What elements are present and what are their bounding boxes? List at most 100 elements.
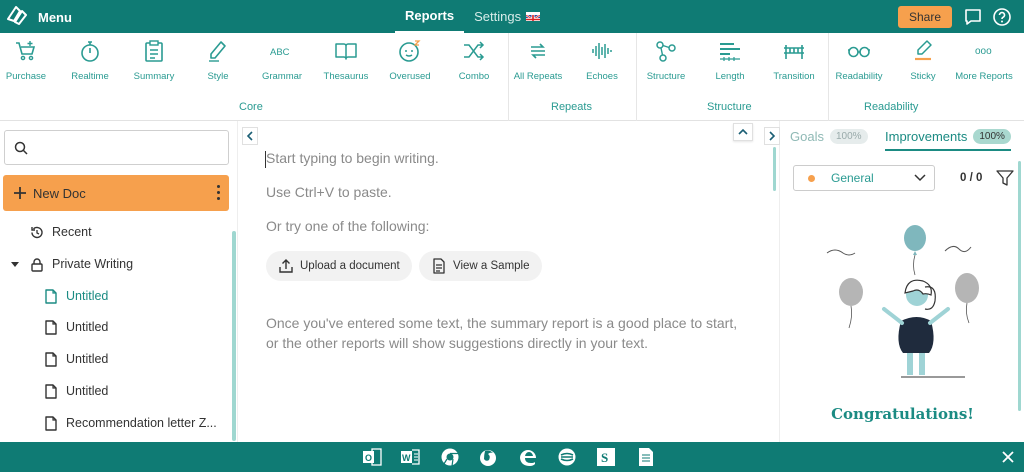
summary-button[interactable]: Summary — [124, 39, 184, 82]
history-icon — [31, 226, 43, 238]
view-sample-button[interactable]: View a Sample — [419, 251, 542, 281]
length-label: Length — [715, 71, 745, 82]
echoes-button[interactable]: Echoes — [572, 39, 632, 82]
style-button[interactable]: Style — [188, 39, 248, 82]
overused-button[interactable]: Overused — [380, 39, 440, 82]
tab-reports[interactable]: Reports — [395, 0, 465, 33]
app-icon[interactable] — [557, 447, 577, 467]
help-icon[interactable] — [992, 7, 1012, 27]
sleepy-face-icon — [399, 40, 421, 62]
structure-button[interactable]: Structure — [636, 39, 696, 82]
combo-button[interactable]: Combo — [444, 39, 504, 82]
length-bars-icon — [720, 43, 740, 61]
word-icon[interactable]: W — [400, 447, 420, 467]
sidebar-doc-item[interactable]: Untitled — [44, 317, 108, 337]
sidebar-doc-item[interactable]: Untitled — [44, 349, 108, 369]
length-button[interactable]: Length — [700, 39, 760, 82]
editor-scrollbar[interactable] — [773, 147, 776, 191]
tab-settings[interactable]: Settings — [464, 0, 550, 33]
sidebar-item-label: Untitled — [66, 352, 109, 366]
soundwave-icon — [592, 43, 612, 59]
panel-scrollbar[interactable] — [1018, 161, 1021, 411]
sidebar-item-label: Recommendation letter Z... — [66, 416, 217, 430]
sidebar-item-label: Untitled — [66, 320, 109, 334]
summary-label: Summary — [133, 71, 175, 82]
collapse-right-button[interactable] — [764, 127, 780, 145]
upload-icon — [279, 259, 293, 273]
sidebar-item-label: Recent — [52, 225, 92, 239]
tab-goals-label: Goals — [790, 129, 824, 144]
document-lines-icon — [433, 258, 445, 274]
uk-flag-icon — [526, 12, 541, 21]
chrome-icon[interactable] — [440, 447, 460, 467]
all-repeats-button[interactable]: All Repeats — [508, 39, 568, 82]
more-reports-button[interactable]: ooo More Reports — [954, 39, 1014, 82]
share-button[interactable]: Share — [898, 6, 952, 28]
tab-reports-label: Reports — [405, 8, 455, 23]
goals-badge: 100% — [829, 129, 868, 144]
editor-pane[interactable]: Start typing to begin writing. Use Ctrl+… — [239, 121, 776, 442]
document-icon[interactable] — [636, 447, 656, 467]
tab-improvements[interactable]: Improvements 100% — [885, 129, 1011, 151]
new-doc-button[interactable]: New Doc — [3, 175, 229, 211]
search-input[interactable] — [4, 130, 229, 165]
grammar-button[interactable]: ABC Grammar — [252, 39, 312, 82]
thesaurus-label: Thesaurus — [323, 71, 369, 82]
repeat-icon — [531, 43, 545, 59]
chat-icon[interactable] — [963, 7, 983, 27]
menu-label: Menu — [38, 9, 72, 25]
chevron-down-icon — [914, 174, 926, 182]
scrivener-icon[interactable]: S — [596, 447, 616, 467]
realtime-button[interactable]: Realtime — [60, 39, 120, 82]
new-doc-label: New Doc — [33, 185, 86, 201]
sticky-label: Sticky — [910, 71, 936, 82]
upload-document-button[interactable]: Upload a document — [266, 251, 412, 281]
document-icon — [45, 319, 57, 335]
outlook-icon[interactable]: O — [362, 447, 382, 467]
chevron-left-icon — [246, 131, 253, 141]
category-select[interactable]: General — [793, 165, 935, 191]
thesaurus-button[interactable]: Thesaurus — [316, 39, 376, 82]
svg-text:S: S — [601, 450, 608, 465]
filter-icon[interactable] — [996, 169, 1014, 187]
summary-hint: Once you've entered some text, the summa… — [266, 315, 738, 351]
document-icon — [45, 351, 57, 367]
integrations-bar: O W S — [0, 442, 1024, 472]
cart-icon — [16, 41, 36, 61]
svg-text:ooo: ooo — [975, 46, 992, 57]
structure-label: Structure — [646, 71, 686, 82]
sidebar-folder-private-writing[interactable]: Private Writing — [10, 254, 133, 274]
tab-goals[interactable]: Goals 100% — [790, 129, 868, 144]
edge-icon[interactable] — [518, 447, 538, 467]
firefox-icon[interactable] — [478, 447, 498, 467]
category-value: General — [831, 171, 874, 185]
readability-button[interactable]: Readability — [829, 39, 889, 82]
logo-icon — [6, 5, 30, 30]
collapse-left-button[interactable] — [242, 127, 258, 145]
sidebar-doc-item[interactable]: Untitled — [44, 286, 108, 306]
sidebar-item-recent[interactable]: Recent — [30, 222, 92, 242]
top-tabs: Reports Settings — [395, 0, 550, 33]
close-icon[interactable] — [998, 447, 1018, 467]
nodes-icon — [656, 41, 676, 62]
glasses-icon — [848, 46, 870, 58]
caret-down-icon — [11, 261, 19, 267]
sticky-button[interactable]: Sticky — [893, 39, 953, 82]
svg-text:ABC: ABC — [270, 47, 290, 58]
abc-icon: ABC — [270, 47, 290, 58]
improvements-panel: Goals 100% Improvements 100% General 0 /… — [764, 121, 1024, 442]
transition-button[interactable]: Transition — [764, 39, 824, 82]
document-icon — [45, 383, 57, 399]
collapse-ribbon-button[interactable] — [733, 123, 753, 141]
kebab-menu-icon[interactable] — [217, 185, 221, 201]
sidebar-doc-item[interactable]: Recommendation letter Z... — [44, 413, 217, 433]
sidebar-scrollbar[interactable] — [232, 231, 236, 441]
purchase-button[interactable]: Purchase — [0, 39, 56, 82]
svg-text:O: O — [365, 453, 372, 463]
document-icon — [45, 415, 57, 431]
sidebar-doc-item[interactable]: Untitled — [44, 381, 108, 401]
menu-button[interactable]: Menu — [6, 5, 72, 30]
sidebar-item-label: Private Writing — [52, 257, 134, 271]
sticky-pen-icon — [915, 40, 932, 61]
sidebar-item-label: Untitled — [66, 289, 109, 303]
